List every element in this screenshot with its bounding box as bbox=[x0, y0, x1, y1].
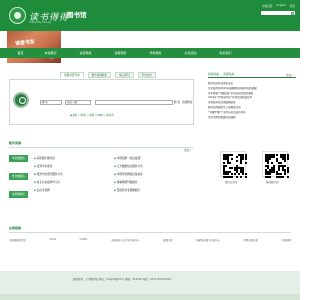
top-link-login[interactable]: 登录 bbox=[290, 4, 295, 8]
friend-link[interactable]: 中国国家图书馆 bbox=[9, 238, 26, 242]
db-link[interactable]: 读秀学术搜索 bbox=[34, 164, 53, 168]
nav-contact[interactable]: 联系我们 bbox=[208, 51, 243, 55]
nav-culture[interactable]: 文化活动 bbox=[173, 51, 208, 55]
friend-link[interactable]: CASHL bbox=[80, 238, 88, 242]
db-link[interactable]: 新东方多媒体学习库 bbox=[34, 180, 60, 184]
friend-link[interactable]: 省图书馆 bbox=[163, 238, 173, 242]
match-select[interactable]: 前方一致 bbox=[65, 100, 91, 105]
tab-news[interactable]: 新闻动态 bbox=[208, 72, 219, 76]
section-divider bbox=[9, 232, 291, 233]
main-nav: 首页 本馆概况 资源导航 读者服务 学科服务 文化活动 联系我们 bbox=[0, 48, 300, 58]
friend-link[interactable]: 中国高校人文社科文献中心 bbox=[111, 238, 140, 242]
friend-link[interactable]: 超星发现系统 bbox=[244, 238, 258, 242]
friend-links-title: 友情链接 bbox=[9, 226, 22, 230]
digital-more-link[interactable]: 更多» bbox=[184, 148, 191, 152]
site-header: 读书得得 University Library 图书馆 学校首页 English… bbox=[0, 0, 300, 31]
nav-services[interactable]: 读者服务 bbox=[103, 51, 138, 55]
friend-link[interactable]: 国家科技图书文献中心 bbox=[196, 238, 220, 242]
digital-lib-title: 数字资源 bbox=[9, 141, 22, 145]
section-divider bbox=[9, 147, 194, 148]
news-item[interactable]: 关于试用新数据库的通知 bbox=[208, 116, 296, 121]
tab-underline bbox=[208, 77, 296, 78]
search-panel: 题 名 前方一致 检 索 高级检索 ◉书名 ○作者 ○主题 ○ISBN ○索书号 bbox=[9, 79, 194, 125]
trial-db-button[interactable]: 试用数据库 bbox=[9, 191, 28, 198]
db-link[interactable]: 中国知网（知识发现） bbox=[114, 156, 143, 160]
nav-about[interactable]: 本馆概况 bbox=[33, 51, 68, 55]
tab-catalog[interactable]: 馆藏书目查询 bbox=[60, 72, 84, 78]
search-input[interactable] bbox=[95, 100, 173, 105]
tab-thesis[interactable]: 学位论文 bbox=[137, 72, 156, 78]
db-link[interactable]: 万方数据知识服务平台 bbox=[114, 164, 143, 168]
db-link[interactable]: 维普中文期刊服务平台 bbox=[34, 172, 63, 176]
search-icon[interactable] bbox=[291, 11, 294, 15]
tab-ejournal[interactable]: 电子期刊 bbox=[115, 72, 134, 78]
friend-links-row: 中国国家图书馆 CALIS CASHL 中国高校人文社科文献中心 省图书馆 国家… bbox=[9, 238, 291, 242]
nav-home[interactable]: 首页 bbox=[8, 51, 33, 55]
school-logo[interactable] bbox=[9, 7, 26, 24]
nav-subject[interactable]: 学科服务 bbox=[138, 51, 173, 55]
footer-text: 版权所有：大学图书馆 地址：XX市XX路XX号 邮编：214205 电话：051… bbox=[73, 278, 172, 281]
search-tabs: 馆藏书目查询 数字资源检索 电子期刊 学位论文 bbox=[60, 72, 156, 78]
header-search-input[interactable] bbox=[261, 11, 295, 15]
top-links: 学校首页 English 登录 bbox=[262, 4, 295, 8]
library-title: 图书馆 bbox=[67, 11, 87, 19]
nav-resources[interactable]: 资源导航 bbox=[68, 51, 103, 55]
qr-caption-wechat: 微信公众号 bbox=[225, 181, 238, 184]
site-footer: 版权所有：大学图书馆 地址：XX市XX路XX号 邮编：214205 电话：051… bbox=[0, 271, 300, 300]
top-link-home[interactable]: 学校首页 bbox=[262, 4, 272, 8]
friend-link[interactable]: 中国知网 bbox=[281, 238, 291, 242]
search-type-options[interactable]: ◉书名 ○作者 ○主题 ○ISBN ○索书号 bbox=[70, 113, 114, 117]
db-link[interactable]: 中国年鉴网络出版总库 bbox=[114, 172, 143, 176]
wechat-qr-code bbox=[220, 151, 247, 178]
qr-caption-mobile: 移动图书馆 bbox=[266, 181, 279, 184]
magnifier-icon bbox=[13, 92, 29, 108]
db-link[interactable]: 超星数字图书馆 bbox=[34, 156, 55, 160]
friend-link[interactable]: CALIS bbox=[49, 238, 56, 242]
tab-digital[interactable]: 数字资源检索 bbox=[87, 72, 112, 78]
school-name-en: University Library bbox=[29, 21, 52, 24]
mobile-library-qr-code bbox=[262, 151, 289, 178]
db-link[interactable]: 国道外文专题数据库 bbox=[114, 188, 140, 192]
foreign-db-button[interactable]: 外文数据库 bbox=[9, 173, 28, 180]
tab-resource-news[interactable]: 资源动态 bbox=[223, 72, 234, 76]
cn-db-button[interactable]: 中文数据库 bbox=[9, 155, 28, 162]
promo-banner[interactable]: 读者书友 bbox=[7, 31, 61, 63]
banner-text: 读者书友 bbox=[14, 38, 36, 48]
footer-stripe bbox=[0, 294, 300, 300]
search-button[interactable]: 检 索 bbox=[174, 100, 180, 104]
news-tabs: 新闻动态 资源动态 bbox=[208, 72, 296, 78]
advanced-search-link[interactable]: 高级检索 bbox=[182, 100, 192, 104]
news-more-link[interactable]: 更多» bbox=[286, 73, 293, 77]
top-link-english[interactable]: English bbox=[276, 4, 285, 8]
db-link[interactable]: 博看网期刊数据库 bbox=[114, 180, 138, 184]
news-list: 图书馆召开读者座谈会 关于图书馆2024年暑假期间开放时间的通知 关于开展“书香… bbox=[208, 82, 296, 120]
field-select[interactable]: 题 名 bbox=[40, 100, 62, 105]
db-link[interactable]: 起点考试网 bbox=[34, 188, 50, 192]
